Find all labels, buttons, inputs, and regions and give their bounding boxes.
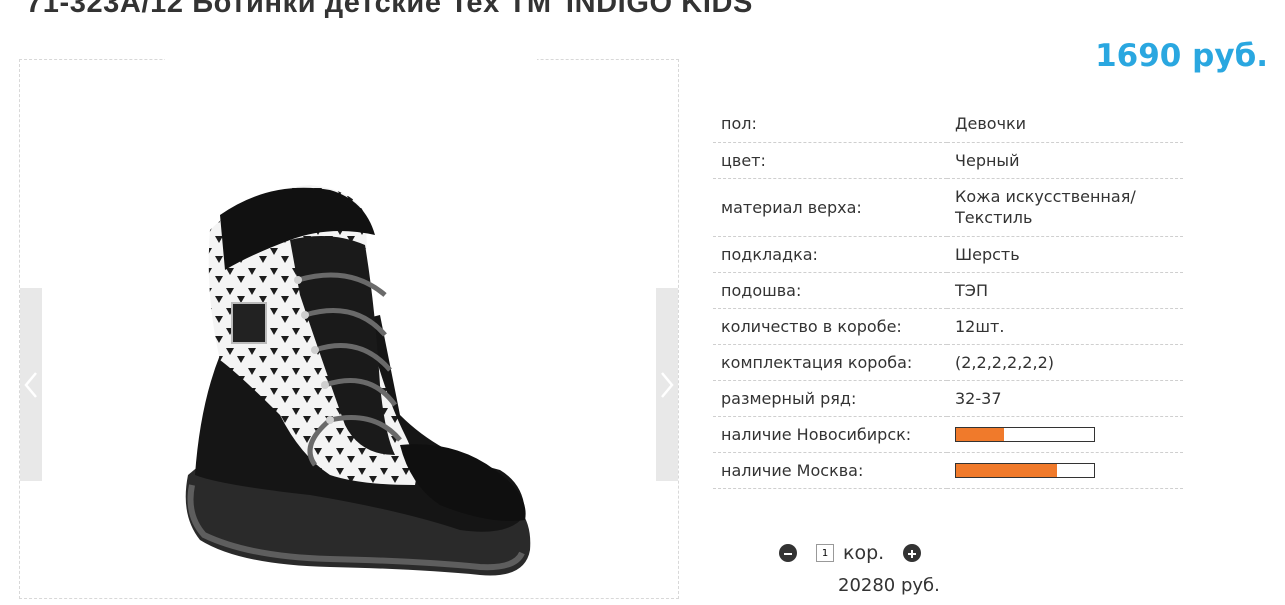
- attribute-row: комплектация короба: (2,2,2,2,2,2): [713, 344, 1183, 381]
- attribute-row: пол: Девочки: [713, 106, 1183, 143]
- attribute-label: комплектация короба:: [713, 344, 947, 381]
- product-title: 71-323A/12 Ботинки детские Tex TM"INDIGO…: [26, 0, 768, 19]
- quantity-input[interactable]: [816, 544, 834, 562]
- product-image: [185, 185, 531, 576]
- attribute-label: пол:: [713, 106, 947, 143]
- availability-bar: [955, 426, 1095, 442]
- attribute-value: Девочки: [947, 106, 1183, 143]
- attribute-label: подкладка:: [713, 236, 947, 273]
- product-price: 1690 руб.: [1095, 38, 1268, 74]
- plus-circle-icon: [907, 544, 917, 563]
- availability-row: наличие Москва:: [713, 452, 1183, 489]
- attribute-value: (2,2,2,2,2,2): [947, 344, 1183, 381]
- attribute-value: Черный: [947, 142, 1183, 179]
- order-total: 20280 руб.: [838, 575, 940, 596]
- quantity-unit: кор.: [843, 542, 885, 564]
- availability-bar-fill: [956, 463, 1057, 477]
- gallery-prev-button[interactable]: [20, 288, 42, 481]
- quantity-stepper: кор.: [779, 541, 922, 565]
- attribute-row: подкладка: Шерсть: [713, 236, 1183, 273]
- minus-circle-icon: [783, 544, 793, 563]
- product-attributes: пол: Девочки цвет: Черный материал верха…: [713, 106, 1183, 489]
- attribute-label: подошва:: [713, 272, 947, 309]
- chevron-right-icon: [660, 371, 674, 399]
- product-gallery: [19, 58, 679, 599]
- attribute-row: размерный ряд: 32-37: [713, 380, 1183, 417]
- availability-row: наличие Новосибирск:: [713, 416, 1183, 453]
- attribute-label: материал верха:: [713, 178, 947, 237]
- availability-bar-fill: [956, 427, 1005, 441]
- availability-bar: [955, 462, 1095, 478]
- attribute-value: 32-37: [947, 380, 1183, 417]
- attribute-value: Шерсть: [947, 236, 1183, 273]
- increase-quantity-button[interactable]: [903, 544, 922, 563]
- attribute-value: ТЭП: [947, 272, 1183, 309]
- attribute-row: количество в коробе: 12шт.: [713, 308, 1183, 345]
- attribute-label: размерный ряд:: [713, 380, 947, 417]
- attribute-label: цвет:: [713, 142, 947, 179]
- attribute-value: Кожа искусственная/ Текстиль: [947, 178, 1183, 237]
- attribute-row: материал верха: Кожа искусственная/ Текс…: [713, 178, 1183, 237]
- decrease-quantity-button[interactable]: [779, 544, 797, 562]
- chevron-left-icon: [24, 371, 38, 399]
- attribute-row: подошва: ТЭП: [713, 272, 1183, 309]
- availability-label: наличие Москва:: [713, 452, 947, 489]
- availability-label: наличие Новосибирск:: [713, 416, 947, 453]
- attribute-row: цвет: Черный: [713, 142, 1183, 179]
- attribute-label: количество в коробе:: [713, 308, 947, 345]
- attribute-value: 12шт.: [947, 308, 1183, 345]
- gallery-next-button[interactable]: [656, 288, 678, 481]
